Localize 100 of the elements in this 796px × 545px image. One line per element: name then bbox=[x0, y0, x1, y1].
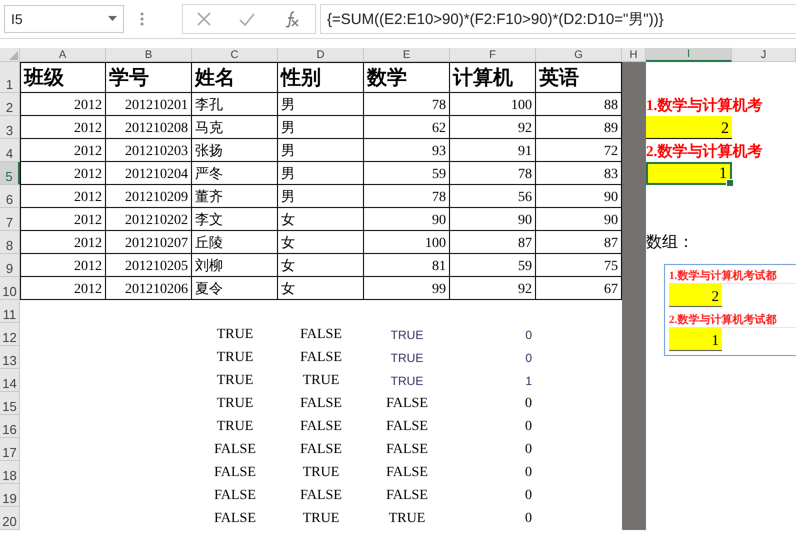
table-cell: 67 bbox=[536, 277, 622, 300]
dots-icon bbox=[140, 12, 144, 26]
row-header[interactable]: 19 bbox=[0, 484, 20, 507]
table-cell: 90 bbox=[450, 208, 536, 231]
row-header[interactable]: 2 bbox=[0, 93, 20, 116]
row-header[interactable]: 12 bbox=[0, 323, 20, 346]
table-cell-text: FALSE bbox=[299, 348, 343, 366]
table-cell-text: 0 bbox=[524, 326, 533, 344]
table-cell: 201210201 bbox=[106, 93, 192, 116]
table-cell: 87 bbox=[536, 231, 622, 254]
table-cell: 2012 bbox=[20, 93, 106, 116]
row-header[interactable]: 3 bbox=[0, 116, 20, 139]
caret-icon[interactable] bbox=[108, 16, 117, 22]
row-header[interactable]: 16 bbox=[0, 415, 20, 438]
check-icon[interactable] bbox=[239, 12, 255, 26]
table-cell: 2012 bbox=[20, 277, 106, 300]
column-header[interactable]: F bbox=[450, 48, 536, 62]
table-cell: 2012 bbox=[20, 231, 106, 254]
table-cell: 100 bbox=[364, 231, 450, 254]
row-header[interactable]: 13 bbox=[0, 346, 20, 369]
array-label: 数组： bbox=[646, 233, 695, 253]
column-header[interactable]: J bbox=[732, 48, 796, 62]
table-cell-text: FALSE bbox=[385, 440, 429, 458]
table-cell-text: 0 bbox=[524, 486, 533, 504]
table-cell: 201210206 bbox=[106, 277, 192, 300]
table-cell-text: 0 bbox=[524, 464, 533, 482]
column-header[interactable]: E bbox=[364, 48, 450, 62]
table-header-cell: 学号 bbox=[106, 62, 192, 93]
row-header[interactable]: 17 bbox=[0, 438, 20, 461]
table-cell-text: FALSE bbox=[213, 440, 257, 458]
row-header[interactable]: 11 bbox=[0, 300, 20, 323]
row-header[interactable]: 1 bbox=[0, 62, 20, 93]
table-cell: 201210202 bbox=[106, 208, 192, 231]
row-header[interactable]: 20 bbox=[0, 507, 20, 530]
table-cell-text: TRUE bbox=[390, 326, 424, 344]
table-cell: 56 bbox=[450, 185, 536, 208]
name-box[interactable]: I5 bbox=[4, 5, 124, 33]
column-header[interactable]: D bbox=[278, 48, 364, 62]
row-header[interactable]: 8 bbox=[0, 231, 20, 254]
table-cell: 女 bbox=[278, 277, 364, 300]
row-header[interactable]: 7 bbox=[0, 208, 20, 231]
table-header-cell: 班级 bbox=[20, 62, 106, 93]
table-cell: 59 bbox=[364, 162, 450, 185]
table-cell: 78 bbox=[364, 93, 450, 116]
table-cell-text: TRUE bbox=[302, 510, 340, 528]
table-cell: 2012 bbox=[20, 208, 106, 231]
table-cell-text: TRUE bbox=[216, 372, 254, 390]
row-header[interactable]: 18 bbox=[0, 461, 20, 484]
column-header[interactable]: B bbox=[106, 48, 192, 62]
row-header[interactable]: 15 bbox=[0, 392, 20, 415]
answer-cell[interactable]: 1 bbox=[646, 162, 732, 185]
row-header[interactable]: 4 bbox=[0, 139, 20, 162]
column-header[interactable]: G bbox=[536, 48, 622, 62]
column-header[interactable]: I bbox=[646, 48, 732, 62]
table-cell-text: TRUE bbox=[216, 326, 254, 344]
table-cell: 男 bbox=[278, 93, 364, 116]
table-cell-text: FALSE bbox=[299, 440, 343, 458]
table-cell-text: TRUE bbox=[216, 394, 254, 412]
table-cell: 丘陵 bbox=[192, 231, 278, 254]
table-cell: 201210209 bbox=[106, 185, 192, 208]
answer-cell[interactable]: 2 bbox=[646, 116, 732, 139]
table-header-cell: 英语 bbox=[536, 62, 622, 93]
table-cell: 2012 bbox=[20, 139, 106, 162]
column-header[interactable]: C bbox=[192, 48, 278, 62]
table-cell: 男 bbox=[278, 185, 364, 208]
table-cell-text: 0 bbox=[524, 350, 533, 366]
table-cell: 75 bbox=[536, 254, 622, 277]
table-cell: 90 bbox=[536, 208, 622, 231]
table-cell: 201210203 bbox=[106, 139, 192, 162]
formula-field[interactable]: {=SUM((E2:E10>90)*(F2:F10>90)*(D2:D10="男"))} bbox=[320, 4, 796, 34]
fill-handle[interactable] bbox=[726, 179, 734, 187]
table-cell: 女 bbox=[278, 254, 364, 277]
table-cell-text: FALSE bbox=[299, 394, 343, 412]
table-cell-text: FALSE bbox=[385, 486, 429, 504]
column-header[interactable]: H bbox=[622, 48, 646, 62]
table-cell: 78 bbox=[364, 185, 450, 208]
table-cell-text: FALSE bbox=[213, 486, 257, 504]
table-cell-text: FALSE bbox=[385, 464, 429, 482]
question-text: 1.数学与计算机考 bbox=[646, 96, 764, 116]
table-cell: 87 bbox=[450, 231, 536, 254]
table-cell: 90 bbox=[536, 185, 622, 208]
table-cell: 女 bbox=[278, 208, 364, 231]
table-cell: 62 bbox=[364, 116, 450, 139]
row-header[interactable]: 5 bbox=[0, 162, 20, 185]
function-icon[interactable] bbox=[283, 10, 301, 28]
row-header[interactable]: 6 bbox=[0, 185, 20, 208]
column-header[interactable]: A bbox=[20, 48, 106, 62]
row-header[interactable]: 14 bbox=[0, 369, 20, 392]
table-cell: 83 bbox=[536, 162, 622, 185]
table-cell-text: TRUE bbox=[388, 510, 426, 528]
table-cell-text: FALSE bbox=[299, 418, 343, 436]
row-header[interactable]: 10 bbox=[0, 277, 20, 300]
table-header-cell: 性别 bbox=[278, 62, 364, 93]
table-cell: 201210205 bbox=[106, 254, 192, 277]
table-cell: 92 bbox=[450, 277, 536, 300]
table-cell-text: 1 bbox=[524, 372, 533, 390]
row-header[interactable]: 9 bbox=[0, 254, 20, 277]
table-cell-text: FALSE bbox=[299, 326, 343, 344]
close-icon[interactable] bbox=[197, 12, 211, 26]
table-cell: 张扬 bbox=[192, 139, 278, 162]
